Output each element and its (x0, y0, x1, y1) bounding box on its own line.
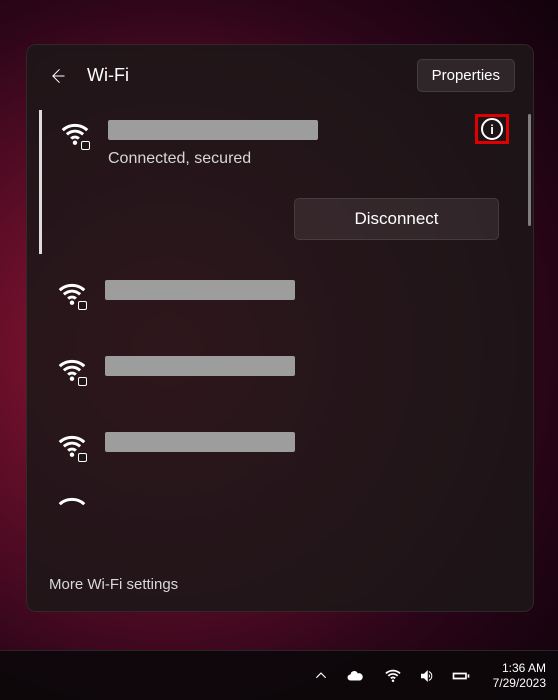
info-button-highlight: i (475, 114, 509, 144)
flyout-header: Wi-Fi Properties (27, 45, 533, 110)
battery-tray-icon (451, 666, 471, 686)
network-item[interactable] (35, 406, 529, 482)
wifi-icon (57, 494, 87, 510)
info-button[interactable]: i (481, 118, 503, 140)
wifi-secured-icon (60, 120, 90, 150)
taskbar: 1:36 AM 7/29/2023 (0, 650, 558, 700)
properties-button[interactable]: Properties (417, 59, 515, 92)
network-list: Connected, secured Disconnect i (27, 110, 533, 559)
lock-icon (78, 453, 87, 462)
tray-overflow-button[interactable] (307, 662, 335, 690)
clock-date: 7/29/2023 (493, 676, 546, 691)
wifi-tray-icon (383, 666, 403, 686)
wifi-secured-icon (57, 280, 87, 310)
clock-time: 1:36 AM (493, 661, 546, 676)
network-ssid-redacted (105, 356, 295, 376)
network-item[interactable] (35, 482, 529, 510)
wifi-secured-icon (57, 356, 87, 386)
wifi-flyout: Wi-Fi Properties Connected, secured Disc… (26, 44, 534, 612)
flyout-title: Wi-Fi (87, 65, 399, 86)
wifi-secured-icon (57, 432, 87, 462)
lock-icon (78, 377, 87, 386)
connection-status: Connected, secured (108, 150, 503, 168)
volume-tray-icon (417, 666, 437, 686)
disconnect-button[interactable]: Disconnect (294, 198, 499, 240)
network-ssid-redacted (105, 432, 295, 452)
more-wifi-settings[interactable]: More Wi-Fi settings (27, 559, 533, 611)
back-button[interactable] (45, 64, 69, 88)
lock-icon (78, 301, 87, 310)
network-item[interactable] (35, 254, 529, 330)
network-item-connected[interactable]: Connected, secured Disconnect i (39, 110, 529, 254)
system-tray[interactable] (375, 662, 479, 690)
network-ssid-redacted (105, 280, 295, 300)
lock-icon (81, 141, 90, 150)
network-item[interactable] (35, 330, 529, 406)
network-ssid-redacted (108, 120, 318, 140)
onedrive-icon[interactable] (345, 666, 365, 686)
clock[interactable]: 1:36 AM 7/29/2023 (489, 661, 546, 691)
